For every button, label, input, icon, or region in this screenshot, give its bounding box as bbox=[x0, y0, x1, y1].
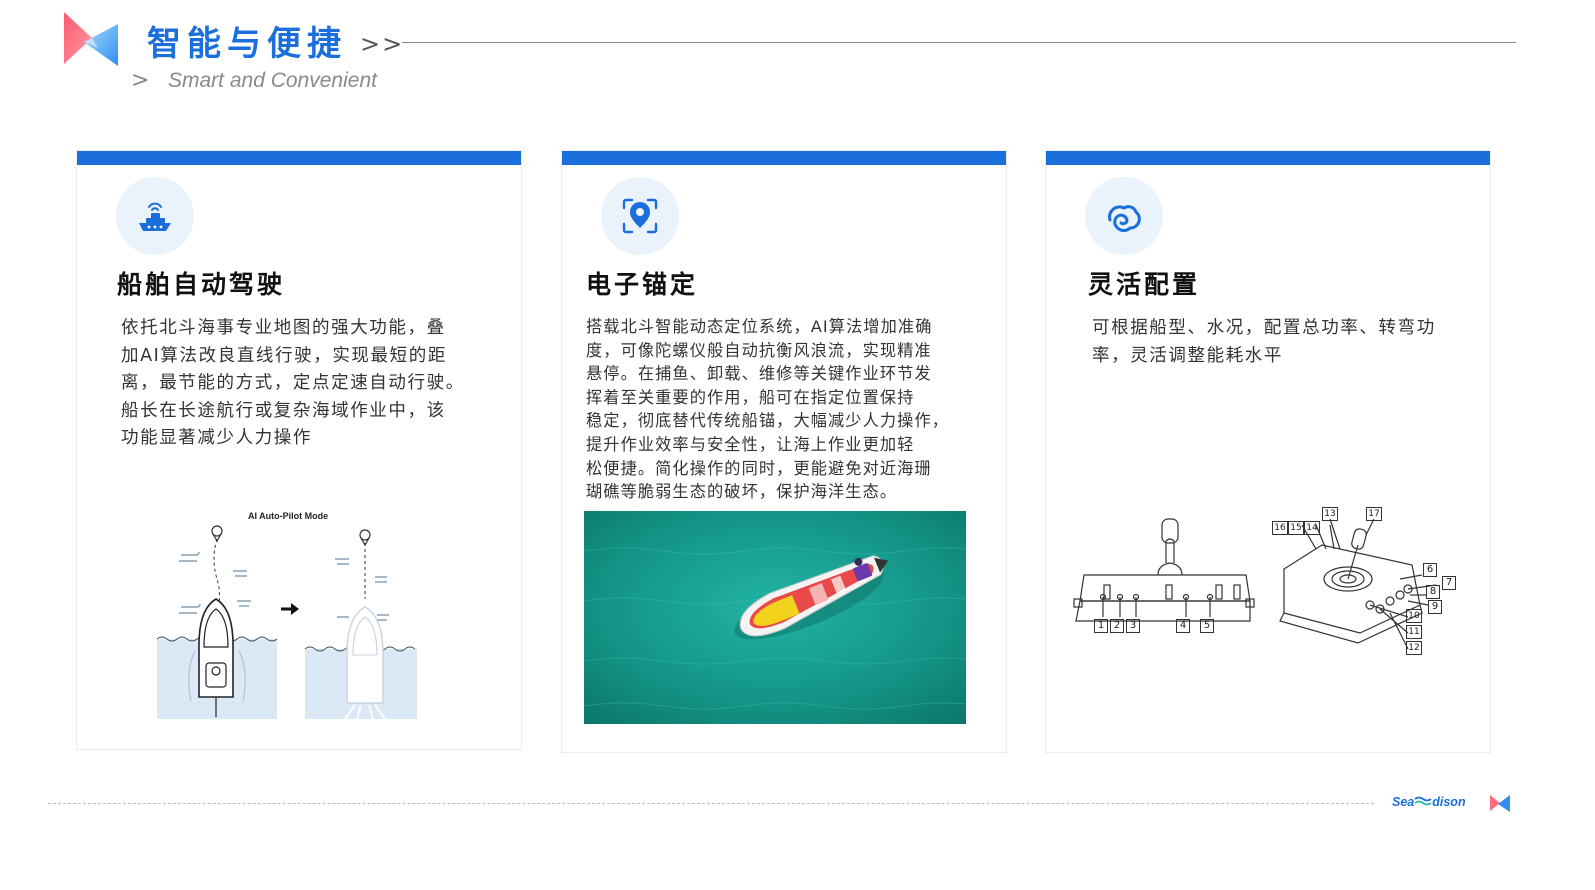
card-top-bar bbox=[1046, 151, 1490, 165]
card-autopilot: 船舶自动驾驶 依托北斗海事专业地图的强大功能，叠 加AI算法改良直线行驶，实现最… bbox=[76, 150, 522, 750]
callout-label-12: 12 bbox=[1406, 641, 1422, 655]
text-line: 悬停。在捕鱼、卸载、维修等关键作业环节发 bbox=[586, 364, 932, 384]
icon-badge bbox=[116, 177, 194, 255]
anchored-boat-photo bbox=[584, 511, 966, 724]
callout-label-3: 3 bbox=[1126, 619, 1140, 633]
callout-label-7: 7 bbox=[1442, 576, 1456, 590]
text-line: 加AI算法改良直线行驶，实现最短的距 bbox=[121, 345, 447, 366]
callout-label-1: 1 bbox=[1094, 619, 1108, 633]
text-line: 依托北斗海事专业地图的强大功能，叠 bbox=[121, 318, 446, 338]
brand-logo-icon bbox=[64, 12, 118, 66]
text-line: 瑚礁等脆弱生态的破坏，保护海洋生态。 bbox=[586, 482, 898, 502]
text-line: 挥着至关重要的作用，船可在指定位置保持 bbox=[586, 387, 915, 407]
card-title: 船舶自动驾驶 bbox=[117, 270, 286, 299]
card-top-bar bbox=[77, 151, 521, 165]
callout-label-5: 5 bbox=[1200, 619, 1214, 633]
card-description: 依托北斗海事专业地图的强大功能，叠 加AI算法改良直线行驶，实现最短的距 离，最… bbox=[121, 315, 517, 453]
swirl-icon bbox=[1108, 205, 1141, 232]
callout-label-15: 15 bbox=[1288, 521, 1304, 535]
text-line: 可根据船型、水况，配置总功率、转弯功 bbox=[1092, 318, 1436, 338]
text-line: 率，灵活调整能耗水平 bbox=[1092, 345, 1283, 366]
text-line: 度，可像陀螺仪般自动抗衡风浪流，实现精准 bbox=[586, 340, 932, 360]
icon-badge bbox=[1085, 177, 1163, 255]
card-title: 电子锚定 bbox=[586, 270, 699, 299]
callout-label-16: 16 bbox=[1272, 521, 1288, 535]
footer-divider bbox=[48, 803, 1374, 804]
callout-label-8: 8 bbox=[1426, 585, 1440, 599]
callout-label-4: 4 bbox=[1176, 619, 1190, 633]
page-subtitle: Smart and Convenient bbox=[168, 69, 377, 92]
boat-icon bbox=[139, 202, 171, 231]
callout-label-11: 11 bbox=[1406, 625, 1422, 639]
callout-label-17: 17 bbox=[1366, 507, 1382, 521]
card-top-bar bbox=[562, 151, 1006, 165]
autopilot-diagram bbox=[156, 525, 417, 720]
footer-logo-icon bbox=[1490, 795, 1510, 812]
callout-label-9: 9 bbox=[1428, 600, 1442, 614]
text-line: 搭载北斗智能动态定位系统，AI算法增加准确 bbox=[586, 317, 933, 336]
card-description: 搭载北斗智能动态定位系统，AI算法增加准确 度，可像陀螺仪般自动抗衡风浪流，实现… bbox=[586, 315, 1004, 504]
text-line: 松便捷。简化操作的同时，更能避免对近海珊 bbox=[586, 458, 932, 478]
card-title: 灵活配置 bbox=[1088, 270, 1201, 299]
callout-label-2: 2 bbox=[1110, 619, 1124, 633]
icon-badge bbox=[601, 177, 679, 255]
brand-wordmark-left: Sea bbox=[1392, 795, 1415, 809]
text-line: 船长在长途航行或复杂海域作业中，该 bbox=[121, 400, 446, 421]
card-configuration: 灵活配置 可根据船型、水况，配置总功率、转弯功 率，灵活调整能耗水平 1 2 3… bbox=[1045, 150, 1491, 753]
brand-wordmark-right: dison bbox=[1432, 795, 1466, 809]
card-description: 可根据船型、水况，配置总功率、转弯功 率，灵活调整能耗水平 bbox=[1092, 315, 1484, 370]
callout-label-6: 6 bbox=[1423, 563, 1437, 577]
location-pin-icon bbox=[622, 198, 658, 234]
callout-label-13: 13 bbox=[1322, 507, 1338, 521]
card-anchoring: 电子锚定 搭载北斗智能动态定位系统，AI算法增加准确 度，可像陀螺仪般自动抗衡风… bbox=[561, 150, 1007, 753]
text-line: 提升作业效率与安全性，让海上作业更加轻 bbox=[586, 434, 915, 454]
brand-wordmark: Sea dison bbox=[1392, 794, 1466, 810]
header-arrows: >> bbox=[360, 30, 405, 58]
brand-wave-icon bbox=[1414, 796, 1432, 806]
text-line: 稳定，彻底替代传统船锚，大幅减少人力操作， bbox=[586, 411, 950, 431]
text-line: 离，最节能的方式，定点定速自动行驶。 bbox=[121, 373, 465, 393]
subtitle-arrow: > bbox=[131, 68, 150, 93]
header-divider bbox=[402, 42, 1516, 43]
callout-label-10: 10 bbox=[1406, 609, 1422, 623]
callout-label-14: 14 bbox=[1304, 521, 1320, 535]
page-title: 智能与便捷 bbox=[147, 24, 347, 64]
text-line: 功能显著减少人力操作 bbox=[121, 428, 312, 448]
